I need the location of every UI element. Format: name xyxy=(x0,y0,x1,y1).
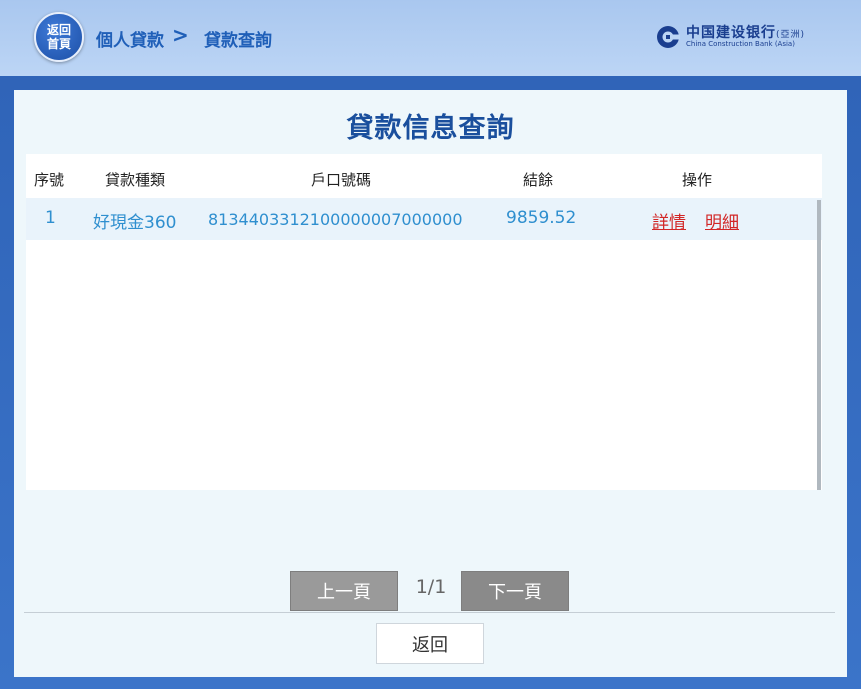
column-header-account: 戶口號碼 xyxy=(311,171,372,189)
column-header-balance: 結餘 xyxy=(523,171,554,189)
page-title: 貸款信息查詢 xyxy=(346,113,515,144)
row-account-number: 8134403312100000007000000 xyxy=(208,210,463,229)
home-button[interactable]: 返回首頁 xyxy=(34,12,84,62)
row-loan-type: 好現金360 xyxy=(93,213,177,233)
content-panel: 貸款信息查詢 序號 貸款種類 戶口號碼 結餘 操作 1 好現金360 81344… xyxy=(14,90,847,677)
page-indicator: 1/1 xyxy=(415,576,447,598)
breadcrumb-separator: > xyxy=(172,23,189,47)
logo-english-text: China Construction Bank (Asia) xyxy=(686,40,795,48)
details-link[interactable]: 詳情 xyxy=(652,208,686,233)
breadcrumb-loan-query: 貸款查詢 xyxy=(204,31,272,51)
prev-page-button[interactable]: 上一頁 xyxy=(290,571,398,611)
ccb-logo: 中国建设银行(亞洲) China Construction Bank (Asia… xyxy=(656,24,805,50)
table-row[interactable]: 1 好現金360 8134403312100000007000000 9859.… xyxy=(26,198,822,240)
divider xyxy=(24,612,835,613)
column-header-loan-type: 貸款種類 xyxy=(105,171,166,189)
top-bar: 返回首頁 個人貸款 > 貸款查詢 中国建设银行(亞洲) China Constr… xyxy=(0,0,861,76)
column-header-actions: 操作 xyxy=(682,171,713,189)
column-header-index: 序號 xyxy=(34,171,65,189)
statement-link[interactable]: 明細 xyxy=(705,208,739,233)
table-scrollbar-thumb[interactable] xyxy=(817,200,821,490)
logo-chinese-text: 中国建设银行(亞洲) xyxy=(686,25,806,41)
breadcrumb-personal-loan[interactable]: 個人貸款 xyxy=(96,26,164,51)
row-index: 1 xyxy=(45,208,56,228)
loan-table: 序號 貸款種類 戶口號碼 結餘 操作 1 好現金360 813440331210… xyxy=(26,154,822,490)
row-balance: 9859.52 xyxy=(506,208,577,228)
back-button[interactable]: 返回 xyxy=(376,623,484,664)
table-scrollbar[interactable] xyxy=(817,200,821,490)
next-page-button[interactable]: 下一頁 xyxy=(461,571,569,611)
home-button-label: 返回首頁 xyxy=(46,23,71,51)
ccb-logo-icon xyxy=(657,26,680,48)
